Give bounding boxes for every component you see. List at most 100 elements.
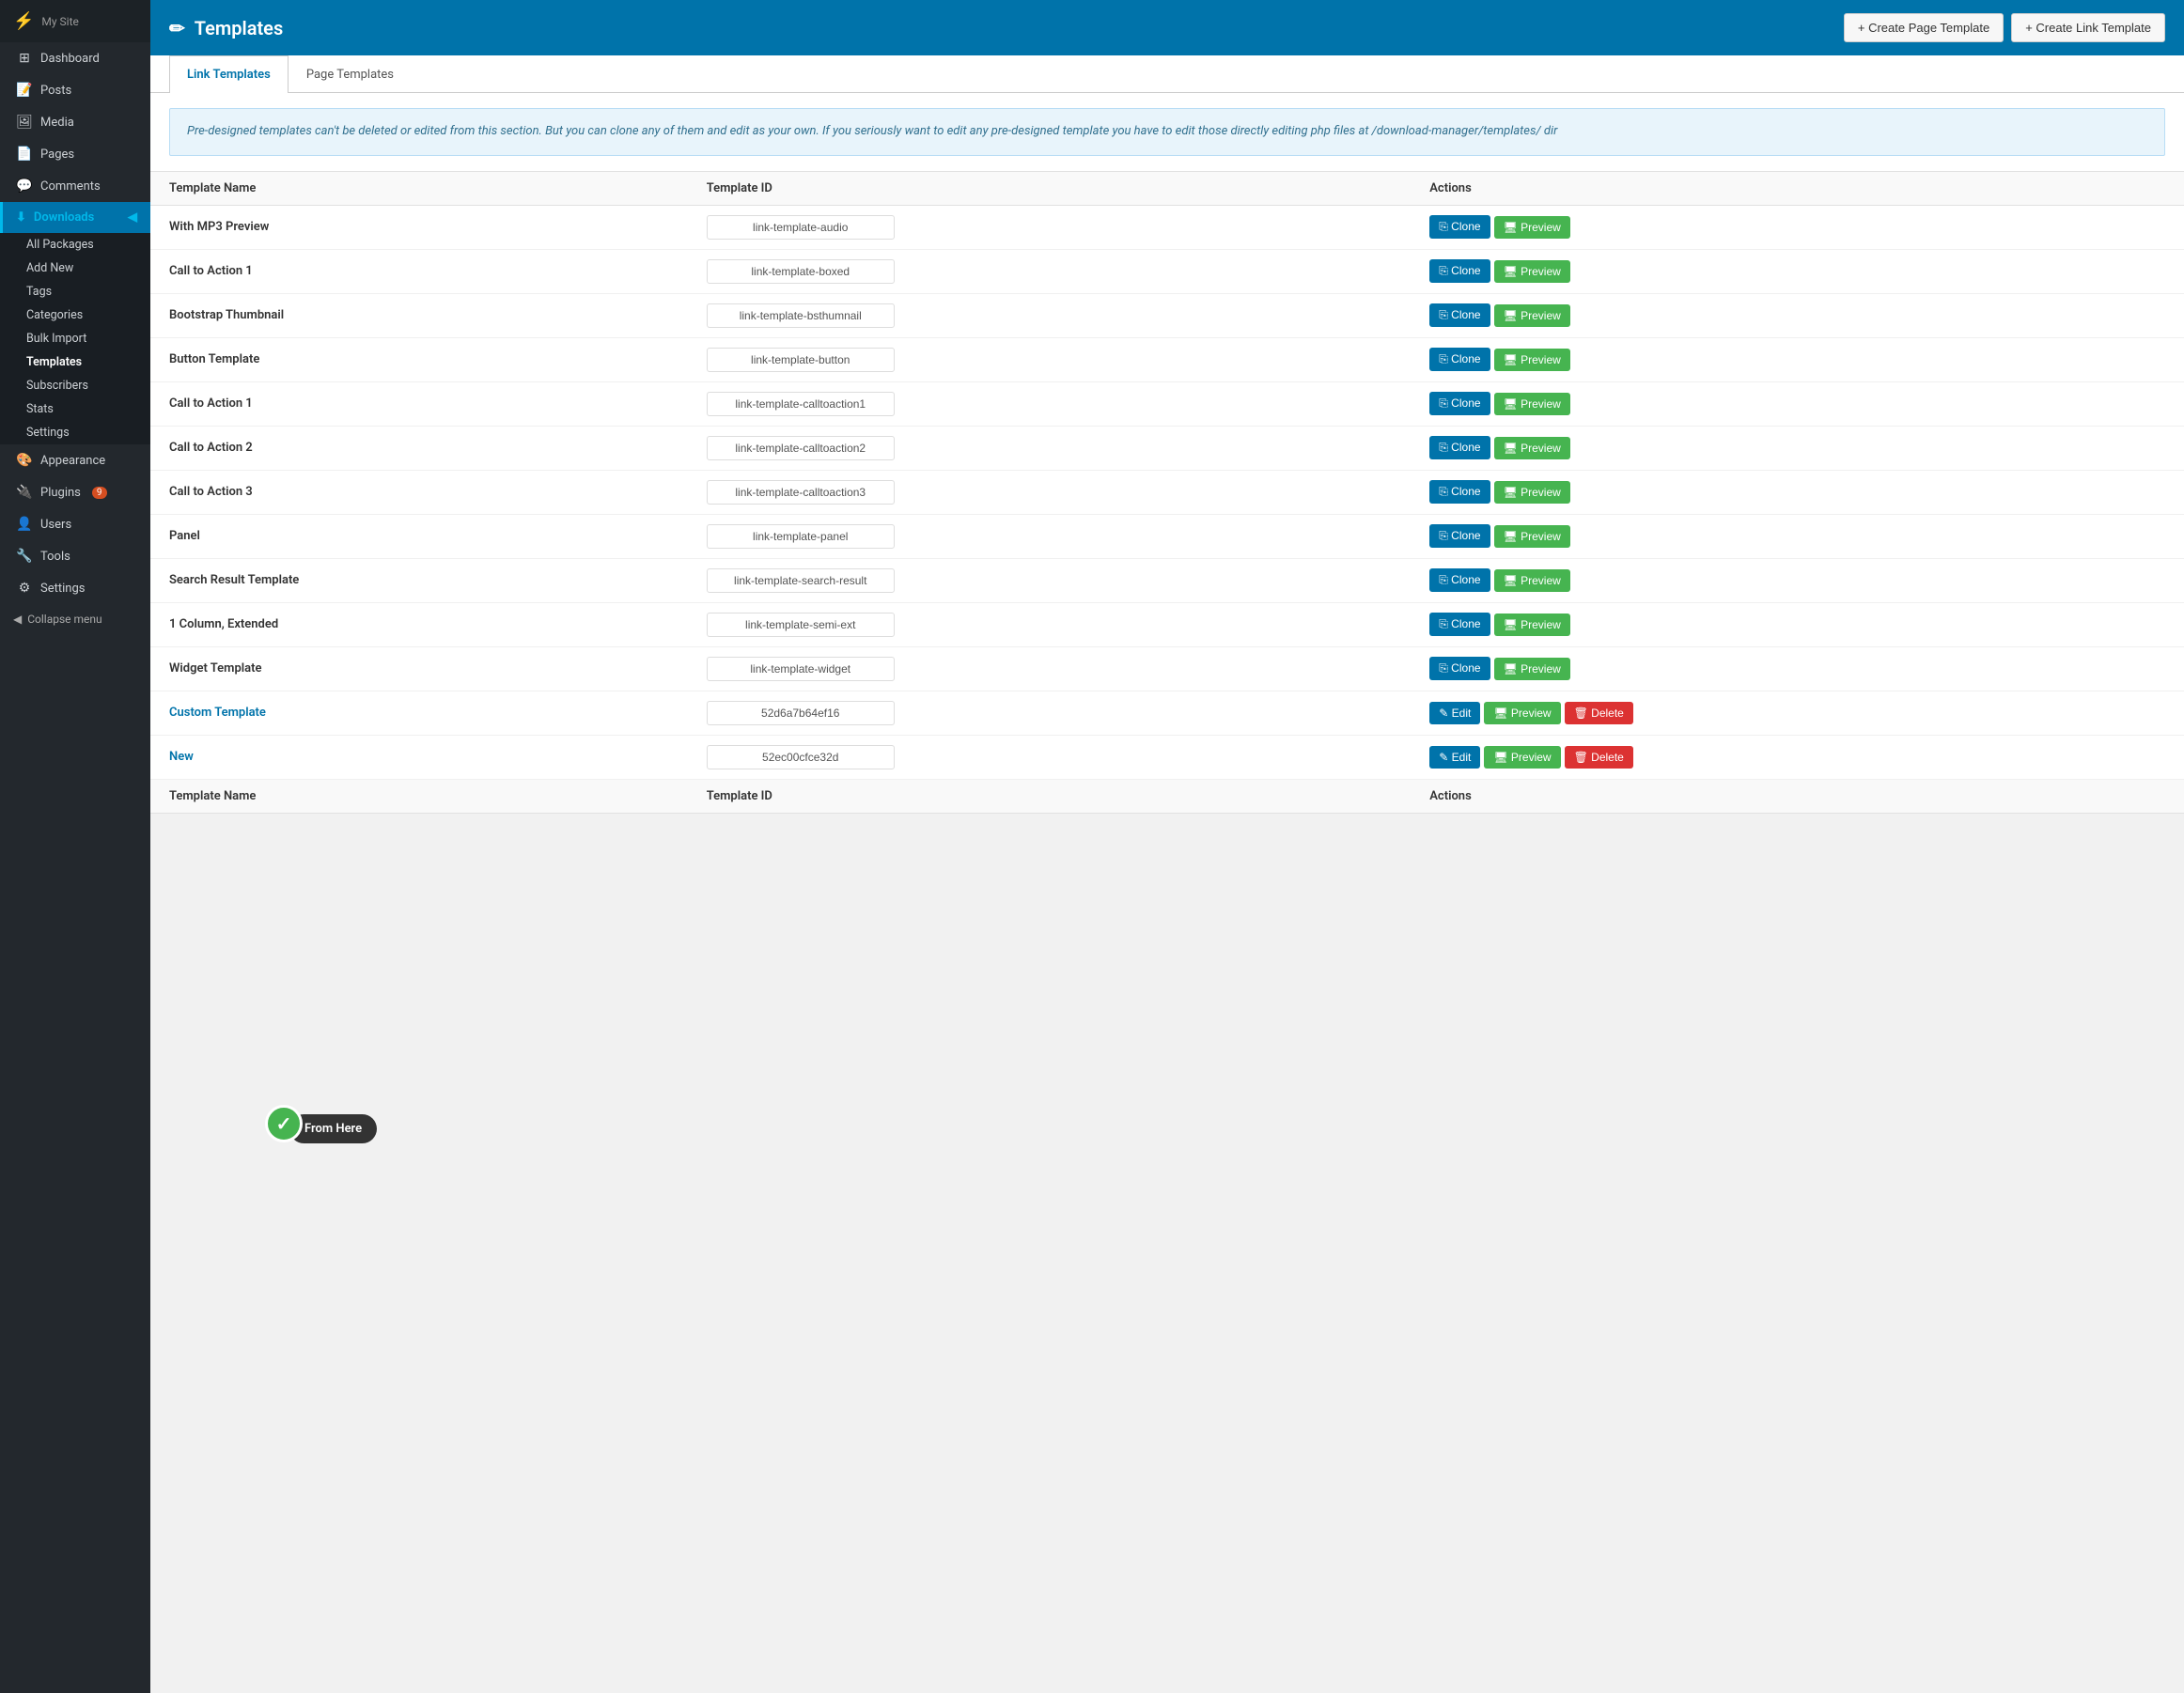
template-id-input[interactable] — [707, 348, 895, 372]
preview-button[interactable]: 🖥 Preview — [1494, 260, 1570, 283]
delete-button[interactable]: 🗑 Delete — [1565, 746, 1633, 769]
sidebar-item-posts[interactable]: 📝 Posts — [0, 74, 150, 106]
template-actions-cell: ✎ Edit🖥 Preview🗑 Delete — [1411, 691, 2184, 735]
clone-button[interactable]: ⎘ Clone — [1429, 657, 1490, 680]
sidebar-item-dashboard[interactable]: ⊞ Dashboard — [0, 42, 150, 74]
tab-page-templates[interactable]: Page Templates — [289, 55, 412, 93]
template-id-input[interactable] — [707, 480, 895, 505]
template-id-cell — [688, 470, 1412, 514]
sidebar-sub-categories[interactable]: Categories — [0, 303, 150, 327]
preview-button[interactable]: 🖥 Preview — [1494, 614, 1570, 636]
wordpress-icon: ⚡ — [13, 11, 34, 31]
template-id-input[interactable] — [707, 701, 895, 725]
table-row: New ✎ Edit🖥 Preview🗑 Delete — [150, 735, 2184, 779]
create-link-template-button[interactable]: + Create Link Template — [2011, 13, 2165, 42]
template-name-cell: Search Result Template — [150, 558, 688, 602]
sidebar-label-pages: Pages — [40, 148, 74, 162]
sidebar-sub-templates[interactable]: Templates — [0, 350, 150, 374]
preview-button[interactable]: 🖥 Preview — [1494, 658, 1570, 680]
check-icon: ✓ — [276, 1112, 292, 1135]
sidebar-item-plugins[interactable]: 🔌 Plugins 9 — [0, 476, 150, 508]
sidebar-item-media[interactable]: 🖼 Media — [0, 106, 150, 138]
template-id-cell — [688, 602, 1412, 646]
template-name-cell: Button Template — [150, 337, 688, 381]
template-id-input[interactable] — [707, 303, 895, 328]
table-footer-row: Template Name Template ID Actions — [150, 779, 2184, 813]
clone-button[interactable]: ⎘ Clone — [1429, 259, 1490, 283]
preview-button[interactable]: 🖥 Preview — [1484, 702, 1560, 724]
template-id-input[interactable] — [707, 215, 895, 240]
sidebar-item-pages[interactable]: 📄 Pages — [0, 138, 150, 170]
tab-page-templates-label: Page Templates — [306, 68, 394, 82]
col-footer-actions: Actions — [1411, 779, 2184, 813]
sidebar-sub-subscribers[interactable]: Subscribers — [0, 374, 150, 397]
sidebar-item-appearance[interactable]: 🎨 Appearance — [0, 444, 150, 476]
preview-button[interactable]: 🖥 Preview — [1494, 304, 1570, 327]
template-name: Bootstrap Thumbnail — [169, 308, 284, 322]
sidebar-item-users[interactable]: 👤 Users — [0, 508, 150, 540]
preview-button[interactable]: 🖥 Preview — [1494, 481, 1570, 504]
preview-button[interactable]: 🖥 Preview — [1494, 216, 1570, 239]
clone-button[interactable]: ⎘ Clone — [1429, 568, 1490, 592]
clone-button[interactable]: ⎘ Clone — [1429, 392, 1490, 415]
clone-button[interactable]: ⎘ Clone — [1429, 613, 1490, 636]
sidebar-item-downloads[interactable]: ⬇ Downloads ◀ — [0, 202, 150, 233]
edit-button[interactable]: ✎ Edit — [1429, 702, 1480, 724]
template-id-input[interactable] — [707, 436, 895, 460]
template-id-input[interactable] — [707, 524, 895, 549]
template-id-cell — [688, 691, 1412, 735]
sidebar-item-comments[interactable]: 💬 Comments — [0, 170, 150, 202]
sidebar-logo: ⚡ My Site — [0, 0, 150, 42]
template-id-input[interactable] — [707, 657, 895, 681]
preview-button[interactable]: 🖥 Preview — [1484, 746, 1560, 769]
col-footer-id: Template ID — [688, 779, 1412, 813]
clone-button[interactable]: ⎘ Clone — [1429, 480, 1490, 504]
preview-button[interactable]: 🖥 Preview — [1494, 437, 1570, 459]
template-id-input[interactable] — [707, 568, 895, 593]
template-actions-cell: ⎘ Clone🖥 Preview — [1411, 426, 2184, 470]
template-name[interactable]: Custom Template — [169, 706, 266, 720]
template-id-input[interactable] — [707, 745, 895, 769]
downloads-submenu: All Packages Add New Tags Categories Bul… — [0, 233, 150, 444]
col-footer-name: Template Name — [150, 779, 688, 813]
preview-button[interactable]: 🖥 Preview — [1494, 569, 1570, 592]
sidebar-sub-stats[interactable]: Stats — [0, 397, 150, 421]
template-id-input[interactable] — [707, 392, 895, 416]
template-id-input[interactable] — [707, 259, 895, 284]
template-name[interactable]: New — [169, 750, 194, 764]
plugins-icon: 🔌 — [16, 485, 33, 500]
clone-button[interactable]: ⎘ Clone — [1429, 303, 1490, 327]
create-page-template-button[interactable]: + Create Page Template — [1844, 13, 2004, 42]
template-name-cell: Call to Action 2 — [150, 426, 688, 470]
table-row: Call to Action 3⎘ Clone🖥 Preview — [150, 470, 2184, 514]
sidebar-sub-tags[interactable]: Tags — [0, 280, 150, 303]
template-name-cell: With MP3 Preview — [150, 205, 688, 249]
preview-button[interactable]: 🖥 Preview — [1494, 393, 1570, 415]
sidebar-sub-bulk-import[interactable]: Bulk Import — [0, 327, 150, 350]
table-row: Custom Template ✎ Edit🖥 Preview🗑 Delete — [150, 691, 2184, 735]
sidebar-sub-add-new[interactable]: Add New — [0, 256, 150, 280]
clone-button[interactable]: ⎘ Clone — [1429, 436, 1490, 459]
preview-button[interactable]: 🖥 Preview — [1494, 349, 1570, 371]
clone-button[interactable]: ⎘ Clone — [1429, 348, 1490, 371]
sidebar-item-tools[interactable]: 🔧 Tools — [0, 540, 150, 572]
table-row: Call to Action 2 ⎘ Clone🖥 Preview — [150, 426, 2184, 470]
sidebar-sub-settings[interactable]: Settings — [0, 421, 150, 444]
template-name-cell: Widget Template — [150, 646, 688, 691]
clone-button[interactable]: ⎘ Clone — [1429, 215, 1490, 239]
edit-button[interactable]: ✎ Edit — [1429, 746, 1480, 769]
sidebar-sub-all-packages[interactable]: All Packages — [0, 233, 150, 256]
preview-button[interactable]: 🖥 Preview — [1494, 525, 1570, 548]
settings-icon: ⚙ — [16, 581, 33, 596]
tab-link-templates-label: Link Templates — [187, 68, 271, 82]
delete-button[interactable]: 🗑 Delete — [1565, 702, 1633, 724]
appearance-icon: 🎨 — [16, 453, 33, 468]
collapse-menu-button[interactable]: ◀ Collapse menu — [0, 604, 150, 634]
sidebar-item-settings[interactable]: ⚙ Settings — [0, 572, 150, 604]
page-header: ✏ Templates + Create Page Template + Cre… — [150, 0, 2184, 55]
sidebar-label-tools: Tools — [40, 550, 70, 564]
tab-link-templates[interactable]: Link Templates — [169, 55, 289, 93]
clone-button[interactable]: ⎘ Clone — [1429, 524, 1490, 548]
template-id-input[interactable] — [707, 613, 895, 637]
table-row: Widget Template ⎘ Clone🖥 Preview — [150, 646, 2184, 691]
